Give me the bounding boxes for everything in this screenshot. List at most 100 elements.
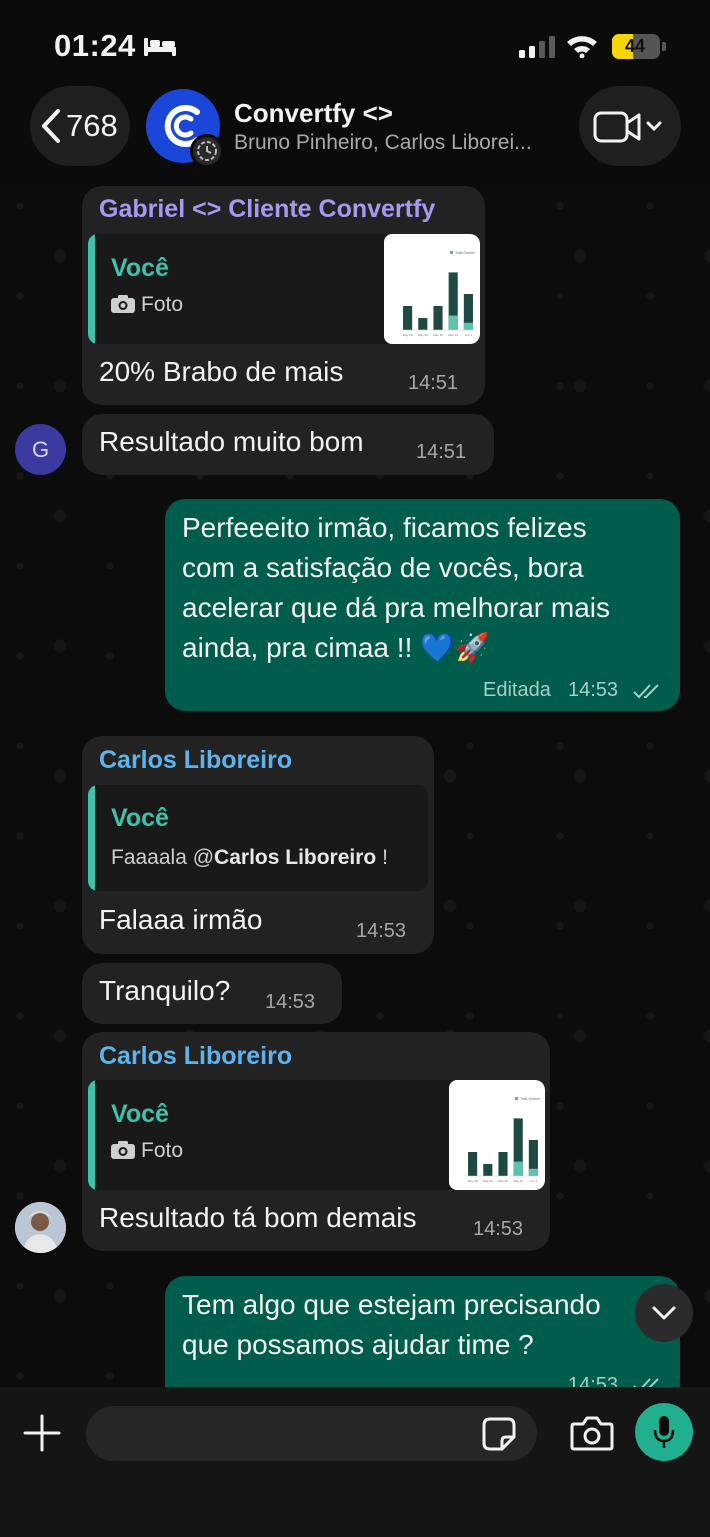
- thumbnail-bar-highlight: [528, 1168, 538, 1176]
- message-bubble-outgoing[interactable]: Perfeeeito irmão, ficamos felizes com a …: [165, 499, 680, 711]
- thumbnail-bar: [433, 306, 443, 330]
- camera-icon: [111, 1141, 135, 1159]
- wifi-icon: [567, 36, 597, 58]
- message-bubble-outgoing[interactable]: Tem algo que estejam precisando que poss…: [165, 1276, 680, 1387]
- quote-author: Você: [111, 254, 169, 282]
- message-time: 14:53: [265, 991, 316, 1013]
- camera-icon: [111, 295, 135, 313]
- message-bubble[interactable]: Tranquilo? 14:53: [82, 963, 342, 1024]
- quote-accent-bar: [88, 1080, 95, 1190]
- disappearing-timer-icon: [190, 134, 224, 168]
- video-call-icon: [593, 111, 662, 143]
- message-time: 14:51: [408, 372, 459, 394]
- message-sender: Carlos Liboreiro: [99, 746, 293, 774]
- thumbnail-legend-label: Total Ombrel: [455, 251, 475, 255]
- thumbnail-tick-label: May 30: [433, 333, 443, 337]
- message-time: 14:53: [568, 679, 619, 701]
- message-bubble[interactable]: Carlos Liboreiro Você Foto Total Ombrel M…: [82, 1032, 550, 1251]
- scroll-to-bottom-button[interactable]: [635, 1284, 693, 1342]
- mention: Carlos Liboreiro: [214, 846, 377, 869]
- thumbnail-legend-label: Total Ombrel: [520, 1097, 540, 1101]
- battery-indicator: 44: [612, 34, 660, 59]
- quoted-message[interactable]: Você Foto Total Ombrel May 28 May 29 May 30…: [88, 1080, 545, 1190]
- chevron-down-icon: [652, 1306, 676, 1320]
- thumbnail-bar: [483, 1164, 493, 1176]
- quote-caption-text: Foto: [141, 1139, 184, 1162]
- thumbnail-bar-chart: Total Ombrel May 28 May 29 May 30 May 31 Jun …: [465, 1097, 541, 1183]
- thumbnail-bar-chart: Total Ombrel May 28 May 29 May 30 May 31 Jun …: [400, 251, 476, 337]
- chat-participants[interactable]: Bruno Pinheiro, Carlos Liborei...: [234, 131, 559, 155]
- message-text-line: ainda, pra cimaa !! 💙🚀: [182, 632, 490, 663]
- sender-avatar-photo[interactable]: [15, 1202, 66, 1253]
- chat-title[interactable]: Convertfy <>: [234, 98, 393, 129]
- voice-record-button[interactable]: [635, 1403, 693, 1461]
- unread-count: 768: [66, 108, 118, 143]
- message-time: 14:53: [473, 1218, 524, 1240]
- chat-header: 768 Convertfy <> Bruno Pinheiro, Carlos …: [0, 84, 710, 186]
- message-time: 14:51: [416, 441, 467, 463]
- video-call-button[interactable]: [579, 86, 681, 166]
- thumbnail-tick-label: May 29: [418, 333, 428, 337]
- message-text: 20% Brabo de mais: [99, 356, 344, 387]
- microphone-icon: [653, 1416, 675, 1448]
- edited-label: Editada: [483, 679, 551, 701]
- thumbnail-tick-label: May 28: [468, 1179, 478, 1183]
- quote-accent-bar: [88, 234, 95, 344]
- thumbnail-tick-label: May 29: [483, 1179, 493, 1183]
- message-bubble[interactable]: Resultado muito bom 14:51: [82, 414, 494, 475]
- thumbnail-bar: [468, 1152, 478, 1176]
- battery-nub: [662, 42, 666, 51]
- message-composer: [0, 1387, 710, 1537]
- quote-caption: Foto: [111, 1139, 183, 1163]
- thumbnail-tick-label: May 31: [448, 333, 458, 337]
- status-time: 01:24: [54, 28, 136, 63]
- sender-avatar[interactable]: G: [15, 424, 66, 475]
- message-text-line: acelerar que dá pra melhorar mais: [182, 592, 610, 623]
- thumbnail-legend-swatch: [515, 1097, 518, 1100]
- camera-icon[interactable]: [570, 1415, 614, 1451]
- battery-level: 44: [624, 36, 646, 56]
- message-bubble[interactable]: Gabriel <> Cliente Convertfy Você Foto T…: [82, 186, 485, 405]
- quote-text-suffix: !: [376, 846, 388, 869]
- message-bubble[interactable]: Carlos Liboreiro Você Faaaala @Carlos Li…: [82, 736, 434, 954]
- thumbnail-tick-label: Jun 1: [465, 333, 473, 337]
- message-text-line: que possamos ajudar time ?: [182, 1329, 534, 1360]
- photo-thumbnail[interactable]: Total Ombrel May 28 May 29 May 30 May 31 Jun …: [449, 1080, 545, 1190]
- attach-plus-button[interactable]: [22, 1413, 62, 1453]
- chevron-left-icon: [42, 109, 60, 143]
- quoted-message[interactable]: Você Foto Total Ombrel May 28 May 29 May 30…: [88, 234, 480, 344]
- thumbnail-legend-swatch: [450, 251, 453, 254]
- sleep-focus-icon: [144, 38, 176, 56]
- cellular-signal-icon: [519, 36, 555, 58]
- message-list[interactable]: Gabriel <> Cliente Convertfy Você Foto T…: [0, 186, 710, 1387]
- quote-caption: Foto: [111, 293, 183, 317]
- quote-author: Você: [111, 804, 169, 832]
- message-text: Resultado muito bom: [99, 426, 364, 457]
- message-text: Tranquilo?: [99, 975, 231, 1006]
- read-receipt-icon: [633, 684, 659, 699]
- message-input[interactable]: [86, 1406, 537, 1461]
- thumbnail-bar-highlight: [513, 1161, 523, 1176]
- message-time: 14:53: [568, 1374, 619, 1387]
- message-sender: Gabriel <> Cliente Convertfy: [99, 195, 436, 223]
- thumbnail-tick-label: May 31: [513, 1179, 523, 1183]
- sticker-icon[interactable]: [482, 1417, 516, 1451]
- message-text-line: Perfeeeito irmão, ficamos felizes: [182, 512, 587, 543]
- thumbnail-bar: [498, 1152, 508, 1176]
- quoted-message[interactable]: Você Faaaala @Carlos Liboreiro !: [88, 785, 428, 891]
- message-time: 14:53: [356, 920, 407, 942]
- status-bar: 01:24 44: [0, 0, 710, 90]
- thumbnail-bar: [403, 306, 413, 330]
- back-button[interactable]: 768: [30, 86, 130, 166]
- message-text-line: Tem algo que estejam precisando: [182, 1289, 601, 1320]
- message-text-line: com a satisfação de vocês, bora: [182, 552, 584, 583]
- quote-caption-text: Foto: [141, 293, 184, 316]
- thumbnail-bar-highlight: [448, 315, 458, 330]
- quote-accent-bar: [88, 785, 95, 891]
- quote-text-prefix: Faaaala @: [111, 846, 215, 869]
- message-sender: Carlos Liboreiro: [99, 1042, 293, 1070]
- thumbnail-tick-label: Jun 1: [530, 1179, 538, 1183]
- quote-author: Você: [111, 1100, 169, 1128]
- photo-thumbnail[interactable]: Total Ombrel May 28 May 29 May 30 May 31 Jun …: [384, 234, 480, 344]
- thumbnail-bar: [418, 318, 428, 330]
